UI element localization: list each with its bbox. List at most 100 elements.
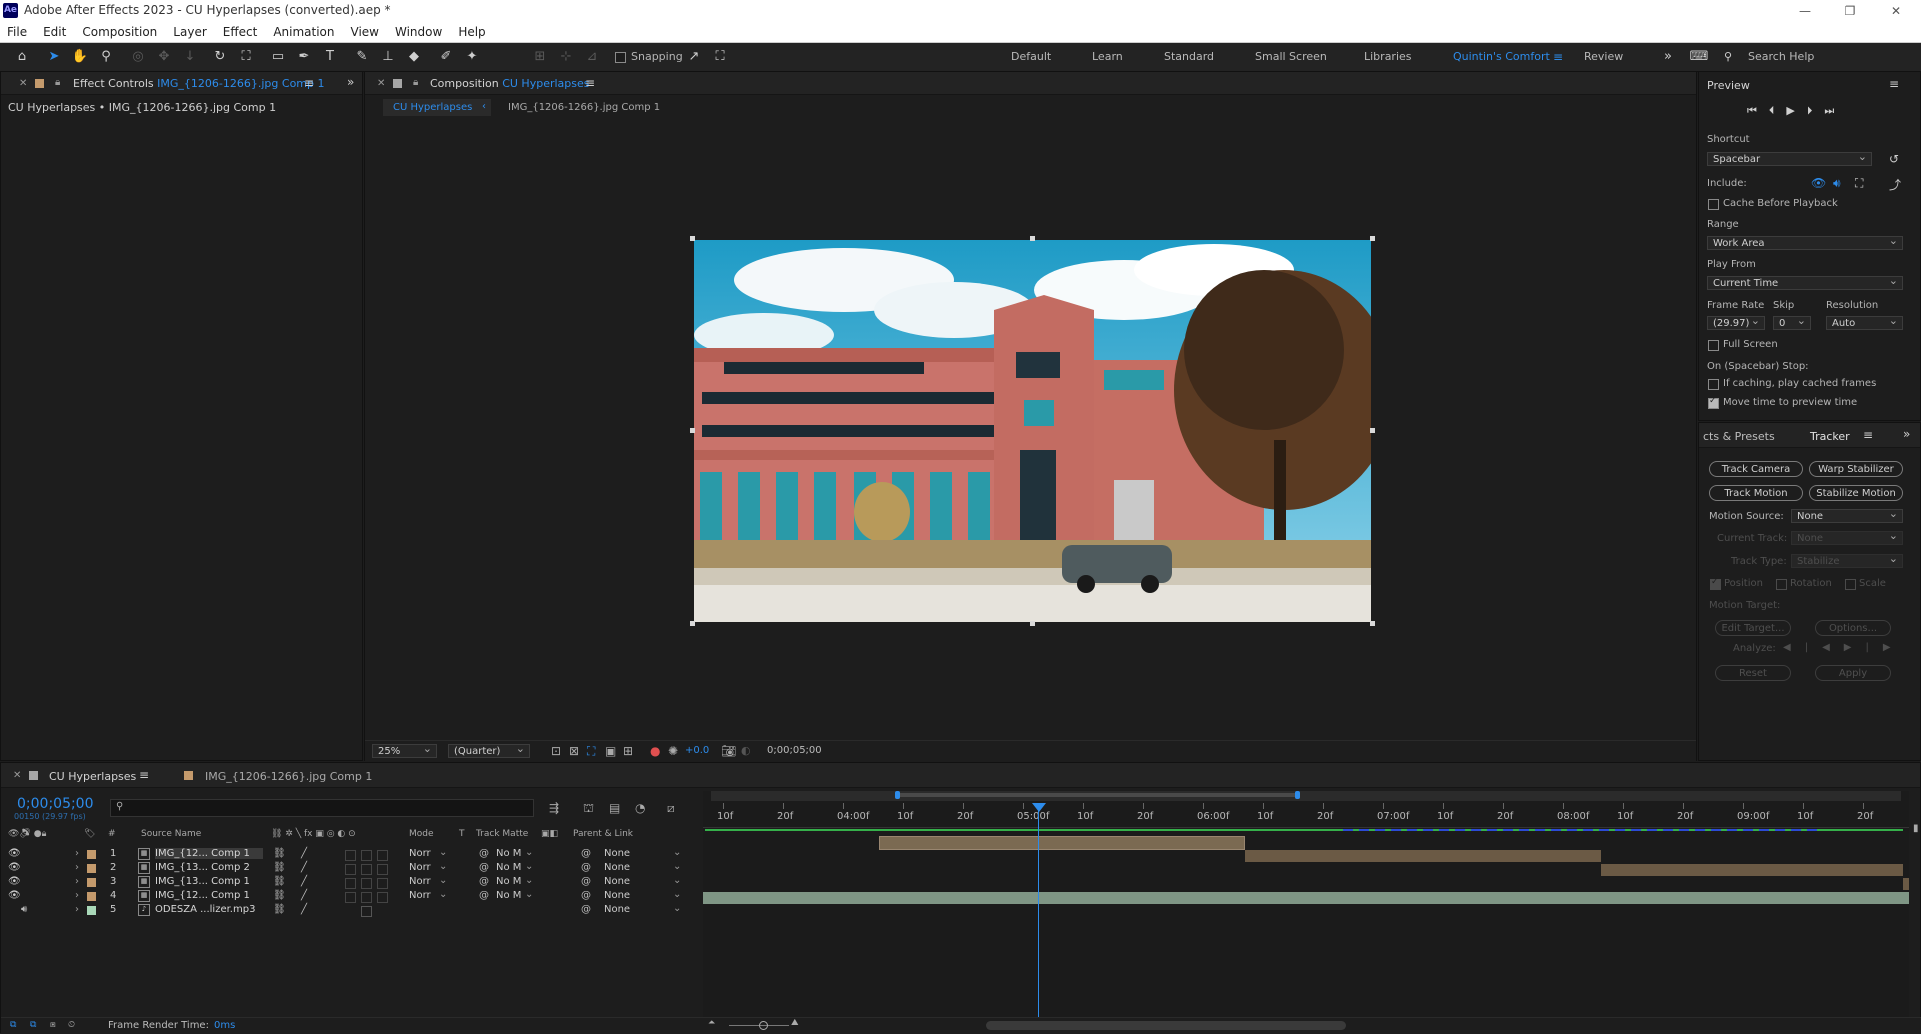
analyze-back-icon[interactable]: ◀	[1822, 642, 1844, 653]
layer-switches-pane-icon[interactable]: ⧉	[10, 1020, 16, 1030]
parent-pickwhip-icon[interactable]: @	[581, 848, 591, 859]
transform-handle[interactable]	[690, 621, 695, 626]
include-audio-icon[interactable]: 🔊︎	[1833, 176, 1841, 191]
flow-current-comp[interactable]: CU Hyperlapses ‹	[383, 99, 491, 116]
lock-icon[interactable]: 🔒︎	[413, 77, 418, 88]
play-from-dropdown[interactable]: Current Time	[1707, 274, 1903, 290]
layer-bar-3[interactable]	[1601, 864, 1903, 876]
rectangle-tool-icon[interactable]: ▭	[268, 47, 288, 67]
orbit-tool-icon[interactable]: ◎	[128, 47, 148, 67]
current-time-display[interactable]: 0;00;05;00	[17, 796, 94, 812]
comp-button-icon[interactable]: ▮	[1913, 823, 1919, 834]
switch-box[interactable]	[345, 850, 356, 861]
maximize-button[interactable]: ❐	[1830, 0, 1870, 22]
motion-source-dropdown[interactable]: None	[1791, 507, 1903, 523]
shy-layers-icon[interactable]: ▤	[609, 801, 620, 815]
layer-source-name[interactable]: ODESZA ...lizer.mp3	[155, 904, 263, 915]
track-motion-button[interactable]: Track Motion	[1709, 485, 1803, 501]
close-window-button[interactable]: ✕	[1876, 0, 1916, 22]
fast-previews-icon[interactable]: ⊡	[551, 744, 561, 758]
more-workspaces-icon[interactable]: »	[1658, 47, 1678, 67]
switch-box[interactable]	[361, 850, 372, 861]
roto-brush-tool-icon[interactable]: ✐	[436, 47, 456, 67]
switch-box[interactable]	[377, 892, 388, 903]
layer-label-swatch[interactable]	[87, 878, 96, 887]
expand-layer-icon[interactable]: ›	[75, 862, 79, 873]
switch-box[interactable]	[345, 864, 356, 875]
switch-box[interactable]	[361, 892, 372, 903]
minimize-button[interactable]: —	[1785, 0, 1825, 22]
table-row[interactable]: 👁︎ › 4 ▦ IMG_{12... Comp 1 ⛓ ╱ Norr ⌄ @ No M ⌄ @ None…	[1, 889, 701, 904]
tracker-reset-button[interactable]: Reset	[1715, 665, 1791, 681]
layer-bar-1[interactable]	[879, 836, 1245, 850]
analyze-forward-all-icon[interactable]: |▶	[1865, 642, 1904, 653]
region-of-interest-icon[interactable]: ▣	[605, 744, 616, 758]
video-visibility-icon[interactable]: 👁︎	[8, 862, 21, 873]
home-icon[interactable]: ⌂	[12, 47, 32, 67]
layer-parent-dropdown[interactable]: None	[599, 904, 677, 917]
layer-source-name[interactable]: IMG_{12... Comp 1	[155, 848, 263, 859]
quality-switch-icon[interactable]: ╱	[301, 904, 307, 915]
last-frame-icon[interactable]: ⏭	[1824, 104, 1846, 117]
transform-handle[interactable]	[690, 428, 695, 433]
video-visibility-icon[interactable]: 👁︎	[8, 876, 21, 887]
layer-parent-dropdown[interactable]: None	[599, 862, 677, 875]
resolution-dropdown[interactable]: (Quarter)	[448, 742, 530, 758]
table-row[interactable]: 🔊︎ › 5 ♪ ODESZA ...lizer.mp3 ⛓ ╱ @ None ⌄	[1, 903, 701, 918]
expand-panels-icon[interactable]: »	[347, 75, 354, 89]
move-time-checkbox[interactable]	[1708, 396, 1719, 409]
analyze-back-all-icon[interactable]: ◀|	[1783, 642, 1822, 653]
type-tool-icon[interactable]: T	[320, 47, 340, 67]
workspace-libraries[interactable]: Libraries	[1364, 50, 1412, 63]
parent-pickwhip-icon[interactable]: @	[581, 862, 591, 873]
panel-menu-icon[interactable]: ≡	[1863, 428, 1873, 442]
col-source-name-header[interactable]: Source Name	[141, 829, 201, 839]
workspace-review[interactable]: Review	[1584, 50, 1623, 63]
switch-box[interactable]	[377, 878, 388, 889]
edit-target-button[interactable]: Edit Target...	[1715, 620, 1791, 636]
brush-tool-icon[interactable]: ✎	[352, 47, 372, 67]
analyze-forward-icon[interactable]: ▶	[1844, 642, 1866, 653]
transform-handle[interactable]	[1370, 428, 1375, 433]
view-axis-icon[interactable]: ⊿	[582, 47, 602, 67]
audio-toggle-icon[interactable]: 🔊︎	[21, 904, 27, 915]
track-camera-button[interactable]: Track Camera	[1709, 461, 1803, 477]
work-area-start-handle[interactable]	[895, 791, 900, 799]
transfer-controls-pane-icon[interactable]: ⧉	[30, 1020, 36, 1030]
parent-pickwhip-icon[interactable]: @	[581, 904, 591, 915]
transparency-grid-icon[interactable]: ⊠	[569, 744, 579, 758]
menu-composition[interactable]: Composition	[74, 22, 165, 42]
world-axis-icon[interactable]: ⊹	[556, 47, 576, 67]
timeline-tab-active[interactable]: CU Hyperlapses	[49, 770, 136, 783]
comp-mini-flowchart-icon[interactable]: ⇶	[549, 801, 559, 815]
transform-handle[interactable]	[1030, 621, 1035, 626]
current-track-dropdown[interactable]: None	[1791, 529, 1903, 545]
layer-label-swatch[interactable]	[87, 850, 96, 859]
shy-switch-icon[interactable]: ⛓	[273, 890, 286, 901]
track-matte-pickwhip-icon[interactable]: @	[479, 862, 489, 873]
clone-stamp-tool-icon[interactable]: ⊥	[378, 47, 398, 67]
include-overlays-icon[interactable]: ⛶	[1855, 176, 1863, 191]
stabilize-motion-button[interactable]: Stabilize Motion	[1809, 485, 1903, 501]
panel-menu-icon[interactable]: ≡	[585, 76, 595, 90]
switch-box[interactable]	[377, 864, 388, 875]
selection-tool-icon[interactable]: ➤	[44, 47, 64, 67]
track-matte-pickwhip-icon[interactable]: @	[479, 876, 489, 887]
cache-before-playback-checkbox[interactable]	[1708, 199, 1719, 210]
layer-track-matte-dropdown[interactable]: No M	[496, 890, 524, 901]
menu-view[interactable]: View	[343, 22, 387, 42]
flow-next-comp[interactable]: IMG_{1206-1266}.jpg Comp 1	[508, 102, 660, 113]
menu-layer[interactable]: Layer	[165, 22, 214, 42]
menu-effect[interactable]: Effect	[215, 22, 266, 42]
time-navigator[interactable]	[711, 791, 1901, 801]
layer-parent-dropdown[interactable]: None	[599, 876, 677, 889]
reset-exposure-icon[interactable]: ✺	[668, 744, 678, 758]
effects-presets-tab[interactable]: cts & Presets	[1703, 430, 1775, 443]
menu-animation[interactable]: Animation	[265, 22, 342, 42]
layer-source-name[interactable]: IMG_{12... Comp 1	[155, 890, 263, 901]
table-row[interactable]: 👁︎ › 2 ▦ IMG_{13... Comp 2 ⛓ ╱ Norr ⌄ @ No M ⌄ @ None…	[1, 861, 701, 876]
layer-track-matte-dropdown[interactable]: No M	[496, 862, 524, 873]
panel-menu-icon[interactable]: ≡	[1889, 77, 1899, 91]
work-area-bar[interactable]	[897, 793, 1297, 797]
menu-window[interactable]: Window	[387, 22, 450, 42]
